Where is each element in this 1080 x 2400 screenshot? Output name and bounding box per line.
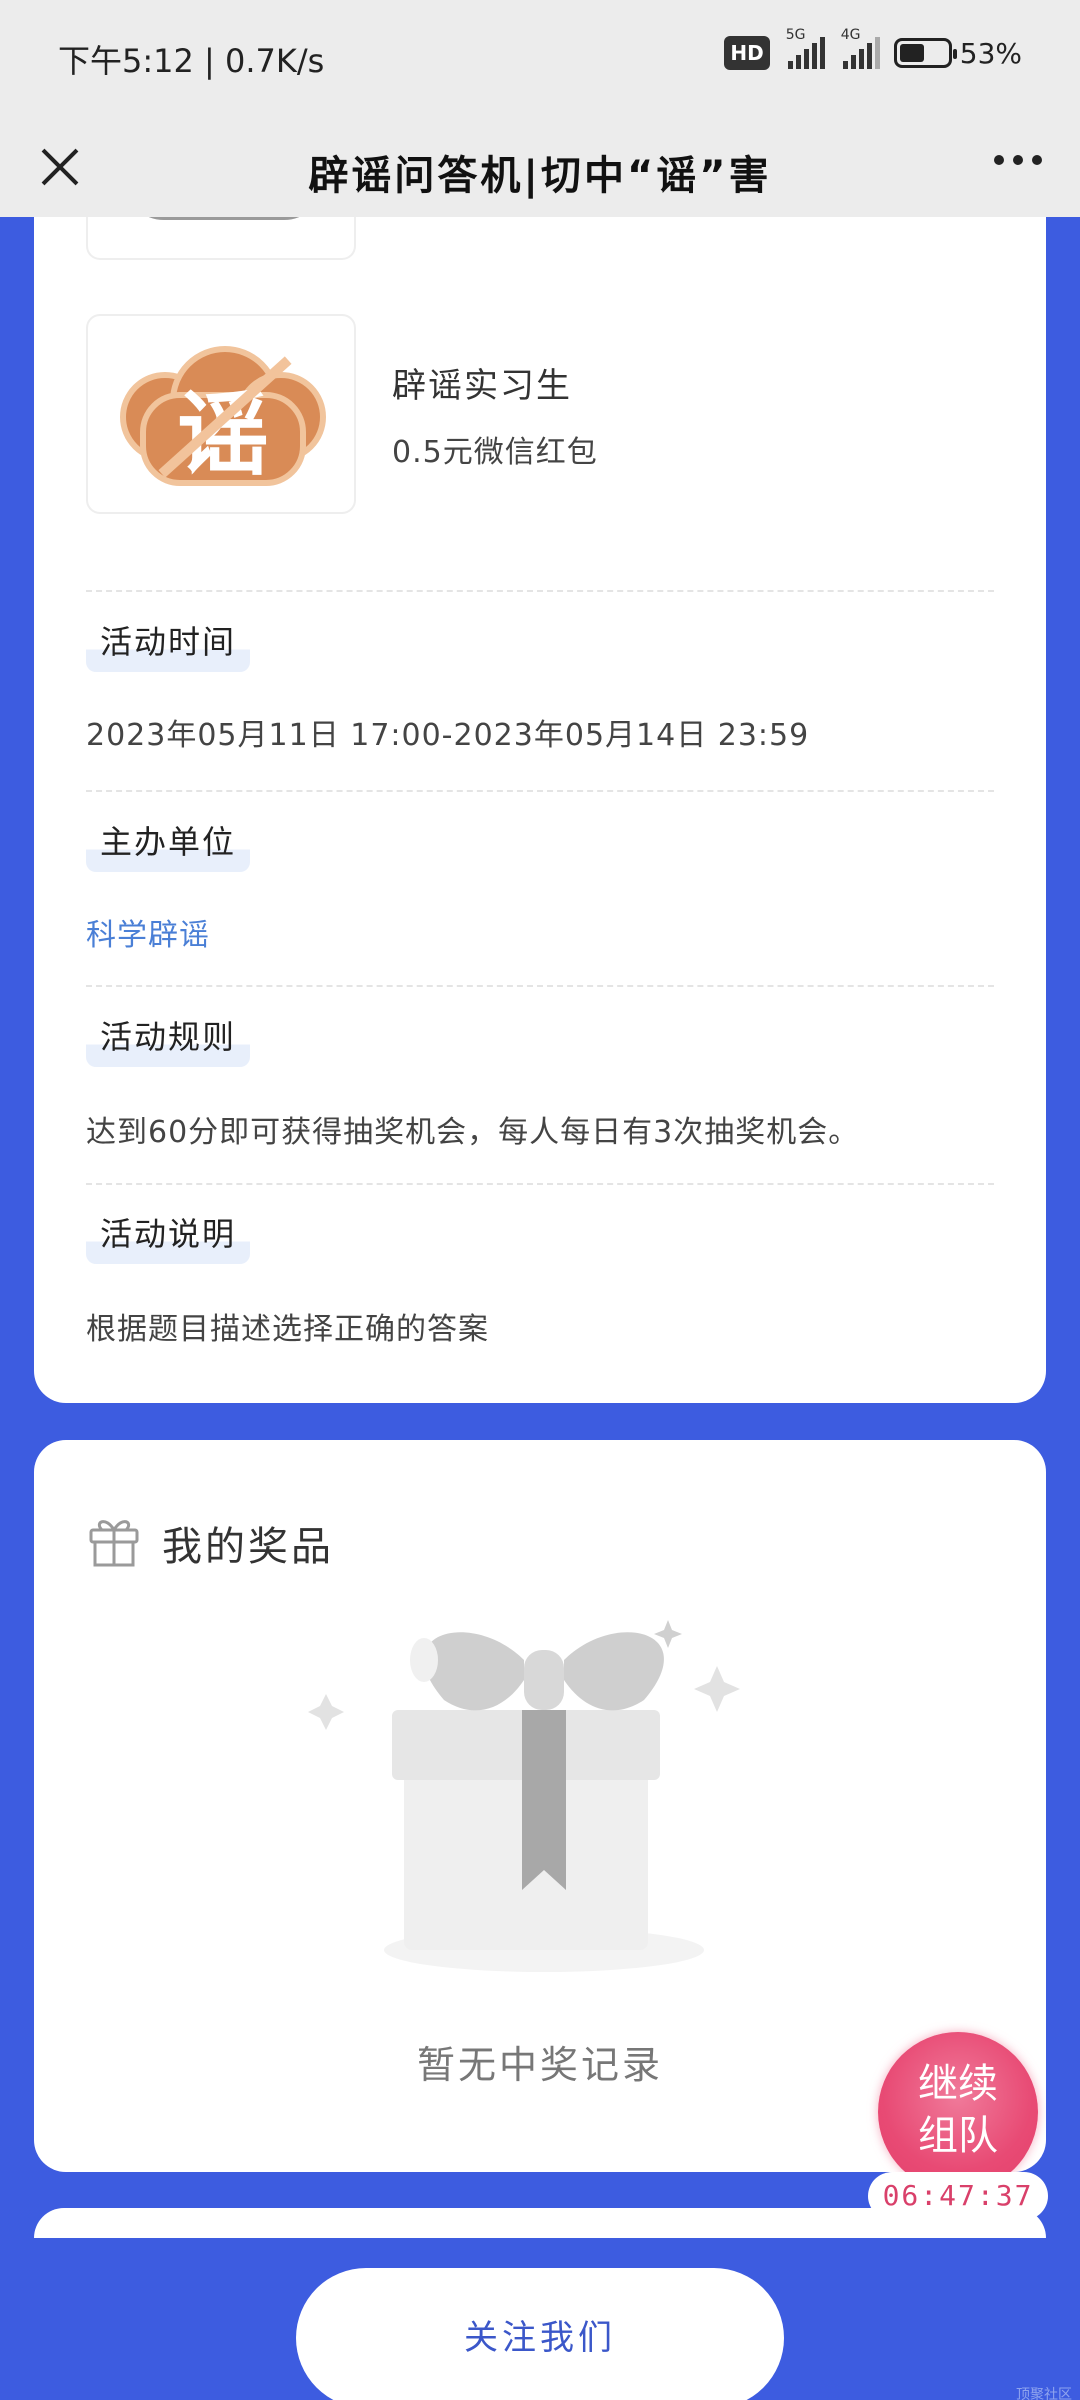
- signal-5g-label: 5G: [785, 27, 806, 43]
- battery-icon: [893, 38, 957, 68]
- status-indicators: HD 5G 4G 53%: [724, 27, 1022, 70]
- empty-gift-box-icon: [308, 1620, 740, 1972]
- section-label-time: 活动时间: [86, 622, 251, 672]
- divider: [86, 1183, 994, 1185]
- section-label-description: 活动说明: [86, 1214, 251, 1264]
- badge-char: 谣: [176, 381, 269, 488]
- rumor-badge-icon: 谣: [120, 346, 326, 488]
- my-prizes-title: 我的奖品: [162, 1524, 334, 1570]
- activity-info-card: 谣 辟谣实习生 0.5元微信红包 活动时间 2023年05月11日 17:00-…: [34, 170, 1046, 1403]
- signal-4g-icon: 4G: [839, 27, 880, 69]
- battery-percent: 53%: [959, 36, 1022, 70]
- gift-icon: [89, 1520, 139, 1567]
- organizer-link[interactable]: 科学辟谣: [86, 910, 210, 954]
- hd-icon: HD: [724, 36, 770, 70]
- page-title: 辟谣问答机|切中“谣”害: [308, 153, 772, 199]
- continue-team-button[interactable]: 继续 组队 06:47:37: [868, 2032, 1048, 2222]
- section-label-organizer: 主办单位: [86, 822, 251, 872]
- follow-us-button[interactable]: 关注我们: [296, 2268, 784, 2400]
- status-bar: 下午5:12 | 0.7K/s HD 5G 4G 53%: [0, 0, 1080, 115]
- prize-desc: 0.5元微信红包: [392, 434, 598, 470]
- divider: [86, 590, 994, 592]
- prize-name: 辟谣实习生: [392, 365, 572, 406]
- team-countdown-timer: 06:47:37: [868, 2172, 1048, 2220]
- more-options-icon[interactable]: [994, 155, 1042, 165]
- corner-watermark: 顶聚社区: [1016, 2387, 1072, 2400]
- divider: [86, 985, 994, 987]
- section-value-time: 2023年05月11日 17:00-2023年05月14日 23:59: [86, 718, 810, 753]
- section-value-rules: 达到60分即可获得抽奖机会，每人每日有3次抽奖机会。: [86, 1115, 860, 1150]
- prize-item: 谣 辟谣实习生 0.5元微信红包: [86, 314, 598, 514]
- section-value-description: 根据题目描述选择正确的答案: [86, 1312, 489, 1347]
- prize-thumb: 谣: [86, 314, 356, 514]
- section-label-rules: 活动规则: [86, 1017, 251, 1067]
- status-time-speed: 下午5:12 | 0.7K/s: [58, 42, 325, 80]
- continue-team-badge[interactable]: 继续 组队: [878, 2032, 1038, 2192]
- title-bar: 辟谣问答机|切中“谣”害: [0, 115, 1080, 217]
- signal-5g-icon: 5G: [784, 27, 825, 69]
- battery-indicator: 53%: [893, 36, 1022, 70]
- continue-team-line2: 组队: [918, 2113, 998, 2159]
- signal-4g-label: 4G: [840, 27, 861, 43]
- divider: [86, 790, 994, 792]
- battery-fill: [899, 44, 925, 62]
- continue-team-line1: 继续: [918, 2061, 998, 2107]
